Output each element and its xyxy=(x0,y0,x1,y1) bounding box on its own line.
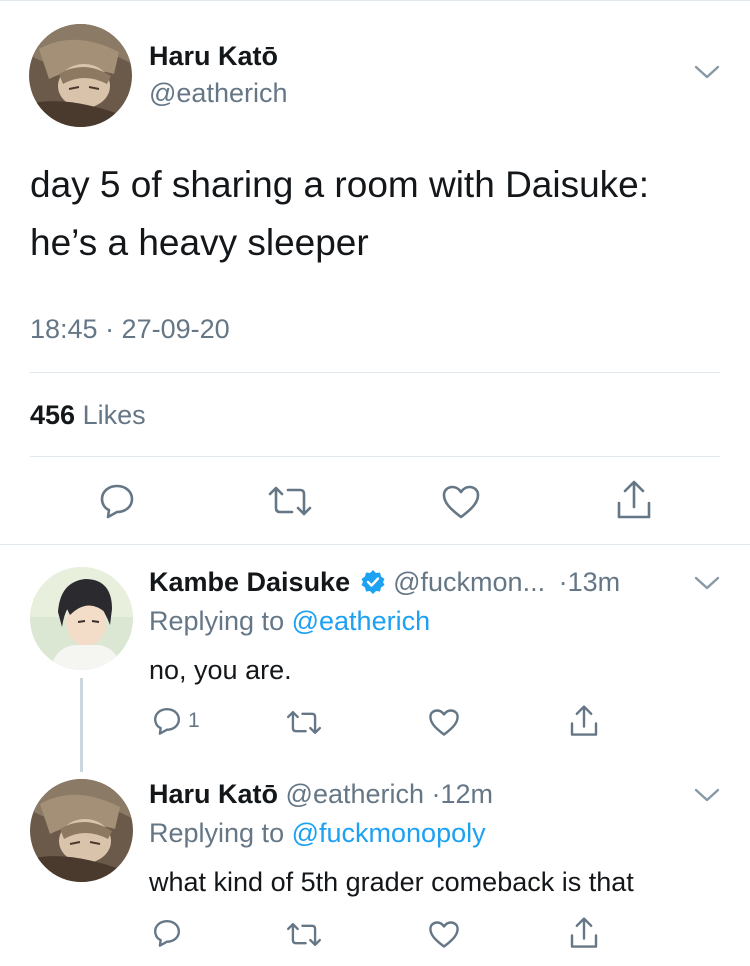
likes-count: 456 xyxy=(30,400,76,430)
reply-header: Kambe Daisuke @fuckmon... ·13m xyxy=(149,567,620,602)
author-handle[interactable]: @fuckmon... xyxy=(393,567,545,597)
retweet-icon[interactable] xyxy=(266,484,314,518)
avatar[interactable] xyxy=(29,24,132,127)
replying-prefix: Replying to xyxy=(149,818,285,848)
reply-text: no, you are. xyxy=(149,655,292,685)
reply-text: what kind of 5th grader comeback is that xyxy=(149,867,634,897)
share-icon[interactable] xyxy=(614,479,654,521)
avatar[interactable] xyxy=(30,779,133,882)
author-name[interactable]: Haru Katō xyxy=(149,779,278,809)
likes-label: Likes xyxy=(82,400,146,430)
section-divider xyxy=(0,544,750,545)
avatar-image xyxy=(29,24,132,127)
author-name[interactable]: Kambe Daisuke xyxy=(149,567,350,597)
divider xyxy=(30,372,720,373)
author-handle[interactable]: @eatherich xyxy=(149,78,287,109)
heart-icon[interactable] xyxy=(441,484,481,520)
replying-to-link[interactable]: @eatherich xyxy=(292,606,430,636)
author-name[interactable]: Haru Katō xyxy=(149,41,278,72)
heart-icon[interactable] xyxy=(428,708,460,737)
replying-to: Replying to @eatherich xyxy=(149,606,430,637)
share-icon[interactable] xyxy=(568,916,600,950)
reply-count: 1 xyxy=(188,709,200,732)
share-icon[interactable] xyxy=(568,704,600,738)
retweet-icon[interactable] xyxy=(285,921,323,948)
thread-line xyxy=(80,678,83,772)
tweet-timestamp[interactable]: 18:45 · 27-09-20 xyxy=(30,314,230,345)
chevron-down-icon[interactable] xyxy=(694,575,720,596)
likes-stat[interactable]: 456 Likes xyxy=(30,400,146,431)
chevron-down-icon[interactable] xyxy=(694,64,720,85)
author-handle[interactable]: @eatherich xyxy=(286,779,424,809)
reply-icon[interactable] xyxy=(152,706,182,736)
tweet-text-line-1: day 5 of sharing a room with Daisuke: xyxy=(30,164,650,205)
reply-icon[interactable] xyxy=(152,918,182,948)
reply-time[interactable]: ·12m xyxy=(432,779,494,809)
divider xyxy=(30,456,720,457)
avatar-image xyxy=(30,779,133,882)
replying-prefix: Replying to xyxy=(149,606,285,636)
tweet-text-line-2: he’s a heavy sleeper xyxy=(30,222,369,263)
avatar[interactable] xyxy=(30,567,133,670)
heart-icon[interactable] xyxy=(428,920,460,949)
chevron-down-icon[interactable] xyxy=(694,787,720,808)
reply-icon[interactable] xyxy=(98,482,136,520)
retweet-icon[interactable] xyxy=(285,709,323,736)
replying-to-link[interactable]: @fuckmonopoly xyxy=(292,818,486,848)
replying-to: Replying to @fuckmonopoly xyxy=(149,818,486,849)
avatar-image xyxy=(30,567,133,670)
reply-header: Haru Katō @eatherich ·12m xyxy=(149,779,493,810)
verified-badge-icon xyxy=(360,569,386,602)
reply-time[interactable]: ·13m xyxy=(559,567,621,597)
top-divider xyxy=(0,0,750,1)
